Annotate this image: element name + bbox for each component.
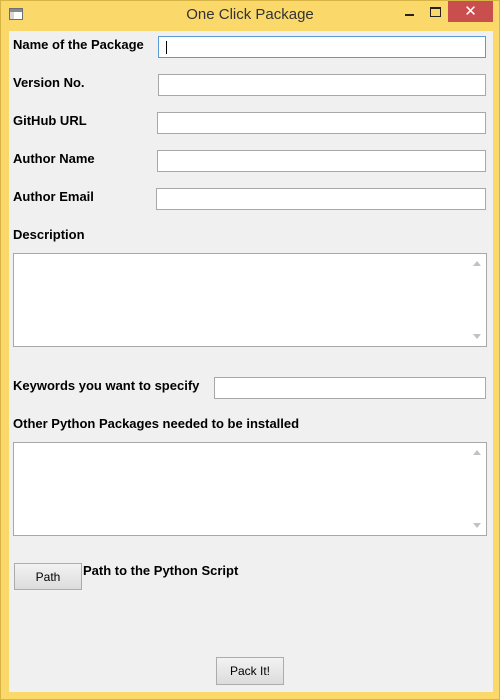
- path-button[interactable]: Path: [14, 563, 82, 590]
- version-input[interactable]: [158, 74, 486, 96]
- path-label: Path to the Python Script: [83, 563, 239, 578]
- version-label: Version No.: [13, 75, 85, 90]
- packages-label: Other Python Packages needed to be insta…: [13, 416, 300, 431]
- keywords-input[interactable]: [214, 377, 486, 399]
- close-icon: ✕: [464, 2, 477, 20]
- maximize-icon: [429, 6, 441, 17]
- app-window: One Click Package ✕ Name of the Package …: [0, 0, 500, 700]
- maximize-button[interactable]: [422, 1, 448, 22]
- author-email-label: Author Email: [13, 189, 94, 204]
- author-name-input[interactable]: [157, 150, 486, 172]
- minimize-button[interactable]: [396, 1, 422, 22]
- form-panel: Name of the Package Version No. GitHub U…: [9, 31, 493, 692]
- minimize-icon: [404, 13, 414, 16]
- author-email-input[interactable]: [156, 188, 486, 210]
- author-name-label: Author Name: [13, 151, 95, 166]
- packages-textarea[interactable]: [13, 442, 487, 536]
- close-button[interactable]: ✕: [448, 1, 493, 22]
- package-name-input[interactable]: [158, 36, 486, 58]
- scroll-down-icon[interactable]: [473, 334, 481, 339]
- pack-it-button[interactable]: Pack It!: [216, 657, 284, 685]
- packages-scrollbar[interactable]: [469, 443, 486, 535]
- description-label: Description: [13, 227, 85, 242]
- title-bar[interactable]: One Click Package ✕: [1, 1, 499, 31]
- scroll-up-icon[interactable]: [473, 450, 481, 455]
- text-cursor: [166, 41, 167, 54]
- scroll-down-icon[interactable]: [473, 523, 481, 528]
- github-url-input[interactable]: [157, 112, 486, 134]
- keywords-label: Keywords you want to specify: [13, 378, 200, 393]
- scroll-up-icon[interactable]: [473, 261, 481, 266]
- description-scrollbar[interactable]: [469, 254, 486, 346]
- package-name-label: Name of the Package: [13, 37, 144, 52]
- description-textarea[interactable]: [13, 253, 487, 347]
- github-url-label: GitHub URL: [13, 113, 87, 128]
